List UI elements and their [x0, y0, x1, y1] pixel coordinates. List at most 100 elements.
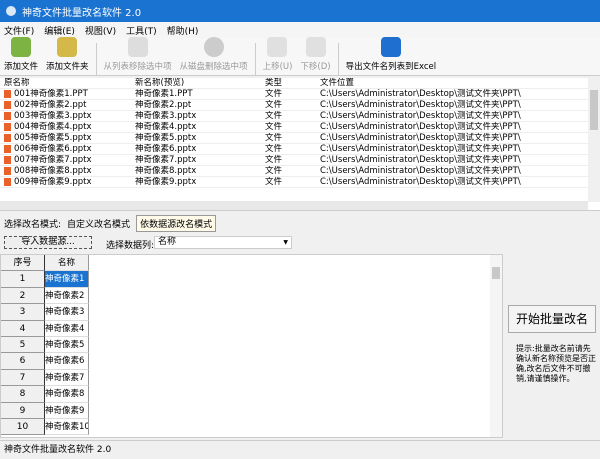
menu-file[interactable]: 文件(F): [4, 24, 34, 37]
move-down-button[interactable]: 下移(D): [296, 37, 334, 75]
add-folder-label: 添加文件夹: [46, 62, 89, 72]
cell-type: 文件: [265, 111, 283, 121]
cell-type: 文件: [265, 100, 283, 110]
grid-index: 9: [1, 402, 45, 419]
grid-name[interactable]: 神奇像素9: [45, 402, 89, 419]
cell-new-name: 神奇像素6.pptx: [135, 144, 197, 154]
table-row[interactable]: 006神奇像素6.pptx 神奇像素6.pptx 文件 C:\Users\Admini…: [0, 144, 600, 155]
grid-row[interactable]: 6 神奇像素6: [1, 353, 502, 370]
cell-location: C:\Users\Administrator\Desktop\测试文件夹\PPT…: [320, 133, 521, 143]
toolbar-separator: [337, 43, 339, 75]
cell-original-name: 005神奇像素5.pptx: [0, 133, 135, 143]
ppt-file-icon: [4, 111, 11, 120]
grid-row[interactable]: 8 神奇像素8: [1, 386, 502, 403]
table-row[interactable]: 008神奇像素8.pptx 神奇像素8.pptx 文件 C:\Users\Admini…: [0, 166, 600, 177]
vertical-scrollbar[interactable]: [588, 78, 600, 202]
column-select[interactable]: 名称 ▼: [154, 236, 292, 249]
file-list[interactable]: 原名称 新名称(预览) 类型 文件位置 001神奇像素1.PPT 神奇像素1.PP…: [0, 78, 600, 211]
column-original-name[interactable]: 原名称: [0, 78, 135, 88]
arrow-up-icon: [267, 37, 288, 57]
tab-custom-mode[interactable]: 自定义改名模式: [67, 217, 130, 230]
toolbar-separator: [254, 43, 256, 75]
export-label: 导出文件名列表到Excel: [345, 62, 437, 72]
add-file-button[interactable]: 添加文件: [0, 37, 42, 75]
table-row[interactable]: 005神奇像素5.pptx 神奇像素5.pptx 文件 C:\Users\Admini…: [0, 133, 600, 144]
excel-icon: [380, 37, 401, 57]
grid-name[interactable]: 神奇像素4: [45, 320, 89, 337]
move-up-button[interactable]: 上移(U): [259, 37, 297, 75]
grid-row[interactable]: 5 神奇像素5: [1, 336, 502, 354]
grid-name[interactable]: 神奇像素6: [45, 353, 89, 370]
mode-selector: 选择改名模式: 自定义改名模式 依数据源改名模式: [4, 215, 217, 232]
column-select-label: 选择数据列:: [106, 241, 155, 251]
cell-original-name: 001神奇像素1.PPT: [0, 89, 135, 99]
table-row[interactable]: 009神奇像素9.pptx 神奇像素9.pptx 文件 C:\Users\Admini…: [0, 177, 600, 188]
cell-location: C:\Users\Administrator\Desktop\测试文件夹\PPT…: [320, 100, 521, 110]
grid-name[interactable]: 神奇像素1: [45, 271, 89, 288]
export-excel-button[interactable]: 导出文件名列表到Excel: [342, 37, 441, 75]
grid-index: 4: [1, 320, 45, 337]
grid-name[interactable]: 神奇像素7: [45, 369, 89, 387]
table-row[interactable]: 002神奇像素2.ppt 神奇像素2.ppt 文件 C:\Users\Administ…: [0, 100, 600, 111]
menu-edit[interactable]: 编辑(E): [44, 24, 75, 37]
grid-row[interactable]: 7 神奇像素7: [1, 369, 502, 387]
grid-index: 3: [1, 304, 45, 321]
grid-row[interactable]: 2 神奇像素2: [1, 287, 502, 305]
menu-tools[interactable]: 工具(T): [126, 24, 157, 37]
toolbar: 添加文件 添加文件夹 从列表移除选中项 从磁盘删除选中项 上移(U) 下移(D)…: [0, 37, 600, 76]
grid-name[interactable]: 神奇像素10: [45, 418, 89, 436]
tab-datasource-mode[interactable]: 依数据源改名模式: [136, 215, 217, 232]
grid-scrollbar[interactable]: [490, 255, 502, 437]
table-row[interactable]: 003神奇像素3.pptx 神奇像素3.pptx 文件 C:\Users\Admini…: [0, 111, 600, 122]
grid-row[interactable]: 4 神奇像素4: [1, 320, 502, 337]
grid-name[interactable]: 神奇像素3: [45, 304, 89, 321]
grid-name[interactable]: 神奇像素8: [45, 386, 89, 403]
grid-name[interactable]: 神奇像素2: [45, 287, 89, 305]
menu-help[interactable]: 帮助(H): [167, 24, 199, 37]
ppt-file-icon: [4, 144, 11, 153]
menu-view[interactable]: 视图(V): [85, 24, 116, 37]
column-type[interactable]: 类型: [265, 78, 320, 88]
delete-label: 从磁盘删除选中项: [179, 62, 248, 72]
table-row[interactable]: 001神奇像素1.PPT 神奇像素1.PPT 文件 C:\Users\Administ…: [0, 89, 600, 100]
column-location[interactable]: 文件位置: [320, 78, 585, 88]
grid-row[interactable]: 10 神奇像素10: [1, 418, 502, 436]
grid-index: 2: [1, 287, 45, 305]
datasource-grid[interactable]: 序号 名称 1 神奇像素1 2 神奇像素2 3 神奇像素3 4 神奇像素4 5 神奇像素5 6 神奇像素…: [0, 254, 503, 438]
add-file-label: 添加文件: [4, 62, 39, 72]
remove-from-list-button[interactable]: 从列表移除选中项: [100, 37, 176, 75]
arrow-down-icon: [305, 37, 326, 57]
grid-row[interactable]: 3 神奇像素3: [1, 304, 502, 321]
cell-location: C:\Users\Administrator\Desktop\测试文件夹\PPT…: [320, 177, 521, 187]
grid-row[interactable]: 9 神奇像素9: [1, 402, 502, 419]
cell-new-name: 神奇像素1.PPT: [135, 89, 193, 99]
add-folder-button[interactable]: 添加文件夹: [42, 37, 93, 75]
list-header: 原名称 新名称(预览) 类型 文件位置: [0, 78, 600, 89]
cell-location: C:\Users\Administrator\Desktop\测试文件夹\PPT…: [320, 89, 521, 99]
delete-from-disk-button[interactable]: 从磁盘删除选中项: [176, 37, 252, 75]
ppt-file-icon: [4, 177, 11, 186]
add-folder-icon: [57, 37, 78, 57]
cell-location: C:\Users\Administrator\Desktop\测试文件夹\PPT…: [320, 122, 521, 132]
grid-row[interactable]: 1 神奇像素1: [1, 271, 502, 288]
cell-original-name: 004神奇像素4.pptx: [0, 122, 135, 132]
table-row[interactable]: 007神奇像素7.pptx 神奇像素7.pptx 文件 C:\Users\Admini…: [0, 155, 600, 166]
grid-name[interactable]: 神奇像素5: [45, 336, 89, 354]
ppt-file-icon: [4, 155, 11, 164]
import-datasource-button[interactable]: 导入数据源...: [4, 236, 92, 249]
cell-original-name: 007神奇像素7.pptx: [0, 155, 135, 165]
table-row[interactable]: 004神奇像素4.pptx 神奇像素4.pptx 文件 C:\Users\Admini…: [0, 122, 600, 133]
grid-header-index: 序号: [1, 255, 45, 272]
column-select-value: 名称: [158, 237, 177, 247]
grid-index: 5: [1, 336, 45, 354]
start-rename-button[interactable]: 开始批量改名: [508, 305, 596, 333]
status-bar: 神奇文件批量改名软件 2.0: [0, 440, 600, 458]
cell-location: C:\Users\Administrator\Desktop\测试文件夹\PPT…: [320, 155, 521, 165]
cell-original-name: 002神奇像素2.ppt: [0, 100, 135, 110]
column-new-name[interactable]: 新名称(预览): [135, 78, 265, 88]
horizontal-scrollbar[interactable]: [0, 201, 588, 210]
cell-location: C:\Users\Administrator\Desktop\测试文件夹\PPT…: [320, 111, 521, 121]
cell-type: 文件: [265, 133, 283, 143]
ppt-file-icon: [4, 166, 11, 175]
ppt-file-icon: [4, 100, 11, 109]
